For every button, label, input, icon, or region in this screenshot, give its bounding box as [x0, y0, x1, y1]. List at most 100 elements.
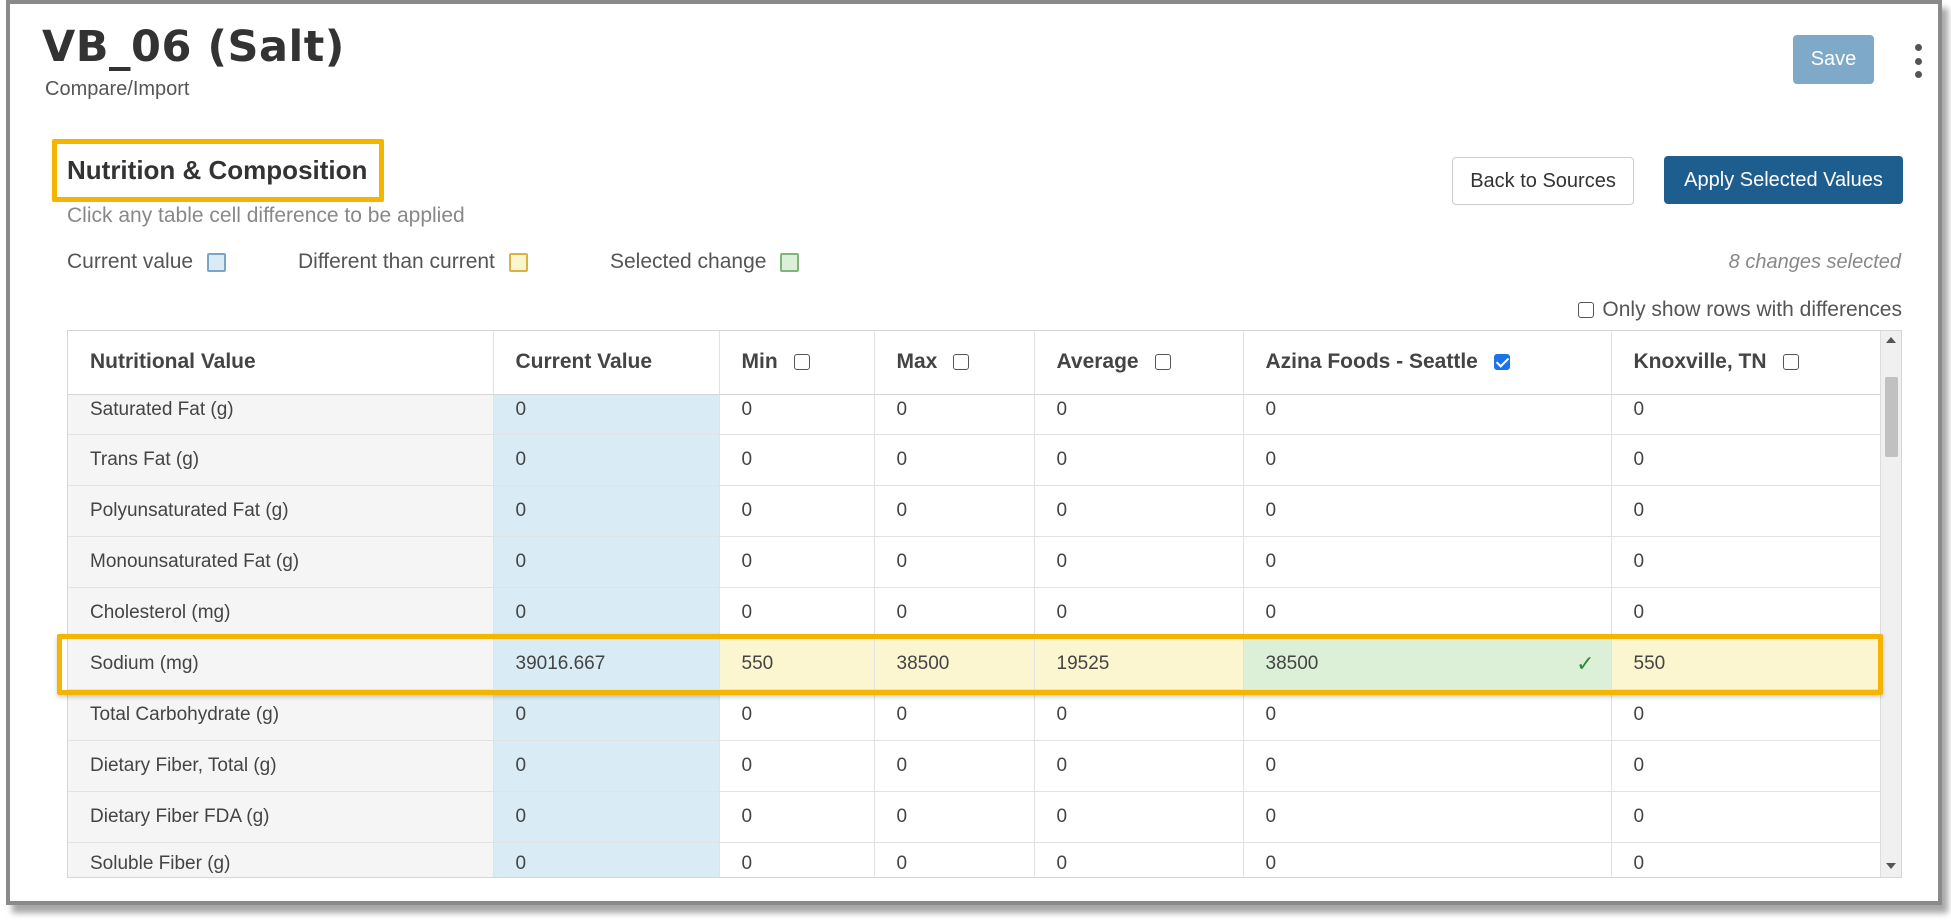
cell-current: 0: [493, 485, 720, 537]
cell-azina[interactable]: 38500 ✓: [1243, 638, 1612, 690]
cell-average[interactable]: 0: [1034, 485, 1244, 537]
table-row: Dietary Fiber FDA (g) 0 0 0 0 0 0: [68, 791, 1882, 843]
app-window: VB_06 (Salt) Compare/Import Save Nutriti…: [0, 0, 1951, 922]
cell-max[interactable]: 0: [874, 791, 1035, 843]
cell-average[interactable]: 0: [1034, 536, 1244, 588]
cell-current: 0: [493, 689, 720, 741]
select-azina-checkbox[interactable]: [1493, 354, 1510, 371]
section-hint: Click any table cell difference to be ap…: [67, 204, 465, 227]
cell-min[interactable]: 0: [719, 842, 875, 877]
scroll-up-icon[interactable]: [1886, 337, 1896, 343]
cell-current: 0: [493, 536, 720, 588]
cell-min[interactable]: 0: [719, 587, 875, 639]
cell-min[interactable]: 0: [719, 434, 875, 486]
cell-average[interactable]: 0: [1034, 791, 1244, 843]
cell-average[interactable]: 0: [1034, 434, 1244, 486]
cell-azina[interactable]: 0: [1243, 434, 1612, 486]
cell-current: 0: [493, 740, 720, 792]
cell-knox[interactable]: 0: [1611, 842, 1882, 877]
cell-name: Polyunsaturated Fat (g): [68, 485, 494, 537]
apply-selected-values-button[interactable]: Apply Selected Values: [1664, 156, 1903, 204]
select-max-checkbox[interactable]: [953, 354, 970, 371]
scroll-thumb[interactable]: [1885, 377, 1898, 457]
cell-min[interactable]: 0: [719, 791, 875, 843]
table-scrollbar[interactable]: [1880, 331, 1901, 877]
scroll-down-icon[interactable]: [1886, 863, 1896, 869]
only-differences-label: Only show rows with differences: [1602, 298, 1902, 321]
cell-max[interactable]: 38500: [874, 638, 1035, 690]
cell-current: 0: [493, 842, 720, 877]
legend-current: Current value: [67, 250, 227, 274]
legend-selected-swatch: [780, 252, 800, 272]
cell-azina[interactable]: 0: [1243, 740, 1612, 792]
cell-name: Monounsaturated Fat (g): [68, 536, 494, 588]
more-options-icon[interactable]: [1912, 44, 1924, 78]
cell-max[interactable]: 0: [874, 394, 1035, 435]
col-header-average: Average: [1034, 331, 1244, 395]
cell-min[interactable]: 0: [719, 740, 875, 792]
table-row: Dietary Fiber, Total (g) 0 0 0 0 0 0: [68, 740, 1882, 792]
cell-azina[interactable]: 0: [1243, 485, 1612, 537]
cell-min[interactable]: 0: [719, 536, 875, 588]
cell-knox[interactable]: 550: [1611, 638, 1882, 690]
cell-knox[interactable]: 0: [1611, 394, 1882, 435]
select-average-checkbox[interactable]: [1154, 354, 1171, 371]
cell-min[interactable]: 550: [719, 638, 875, 690]
col-header-nutritional-value: Nutritional Value: [68, 331, 494, 395]
cell-average[interactable]: 0: [1034, 740, 1244, 792]
col-header-azina: Azina Foods - Seattle: [1243, 331, 1612, 395]
cell-max[interactable]: 0: [874, 434, 1035, 486]
cell-min[interactable]: 0: [719, 485, 875, 537]
cell-name: Dietary Fiber, Total (g): [68, 740, 494, 792]
cell-min[interactable]: 0: [719, 689, 875, 741]
cell-knox[interactable]: 0: [1611, 791, 1882, 843]
table-row: Sodium (mg) 39016.667 550 38500 19525 38500 ✓ 5…: [68, 638, 1882, 690]
cell-current: 0: [493, 587, 720, 639]
cell-min[interactable]: 0: [719, 394, 875, 435]
table-row: Saturated Fat (g) 0 0 0 0 0 0: [68, 394, 1882, 435]
cell-max[interactable]: 0: [874, 536, 1035, 588]
cell-knox[interactable]: 0: [1611, 434, 1882, 486]
cell-azina[interactable]: 0: [1243, 791, 1612, 843]
legend-different-swatch: [508, 252, 528, 272]
page-subtitle: Compare/Import: [45, 78, 190, 100]
table-row: Trans Fat (g) 0 0 0 0 0 0: [68, 434, 1882, 486]
table-row: Total Carbohydrate (g) 0 0 0 0 0 0: [68, 689, 1882, 741]
cell-max[interactable]: 0: [874, 485, 1035, 537]
cell-name: Cholesterol (mg): [68, 587, 494, 639]
cell-azina[interactable]: 0: [1243, 587, 1612, 639]
save-button[interactable]: Save: [1793, 35, 1874, 84]
cell-max[interactable]: 0: [874, 689, 1035, 741]
cell-knox[interactable]: 0: [1611, 587, 1882, 639]
select-min-checkbox[interactable]: [793, 354, 810, 371]
back-to-sources-button[interactable]: Back to Sources: [1452, 157, 1634, 205]
cell-knox[interactable]: 0: [1611, 740, 1882, 792]
cell-average[interactable]: 0: [1034, 842, 1244, 877]
cell-azina[interactable]: 0: [1243, 394, 1612, 435]
cell-max[interactable]: 0: [874, 740, 1035, 792]
cell-knox[interactable]: 0: [1611, 536, 1882, 588]
cell-name: Total Carbohydrate (g): [68, 689, 494, 741]
cell-max[interactable]: 0: [874, 587, 1035, 639]
cell-name: Saturated Fat (g): [68, 394, 494, 435]
cell-average[interactable]: 0: [1034, 587, 1244, 639]
cell-average[interactable]: 0: [1034, 394, 1244, 435]
legend-selected: Selected change: [610, 250, 800, 274]
only-differences-toggle[interactable]: Only show rows with differences: [1578, 298, 1902, 322]
cell-azina[interactable]: 0: [1243, 842, 1612, 877]
cell-max[interactable]: 0: [874, 842, 1035, 877]
cell-current: 39016.667: [493, 638, 720, 690]
select-knoxville-checkbox[interactable]: [1782, 354, 1799, 371]
legend-current-swatch: [207, 252, 227, 272]
cell-azina[interactable]: 0: [1243, 536, 1612, 588]
comparison-table: Nutritional Value Current Value Min Max …: [67, 330, 1902, 878]
cell-knox[interactable]: 0: [1611, 689, 1882, 741]
changes-selected-count: 8 changes selected: [1728, 251, 1901, 273]
only-differences-checkbox[interactable]: [1578, 302, 1595, 318]
cell-azina[interactable]: 0: [1243, 689, 1612, 741]
table-row: Cholesterol (mg) 0 0 0 0 0 0: [68, 587, 1882, 639]
cell-average[interactable]: 0: [1034, 689, 1244, 741]
table-row: Monounsaturated Fat (g) 0 0 0 0 0 0: [68, 536, 1882, 588]
cell-average[interactable]: 19525: [1034, 638, 1244, 690]
cell-knox[interactable]: 0: [1611, 485, 1882, 537]
